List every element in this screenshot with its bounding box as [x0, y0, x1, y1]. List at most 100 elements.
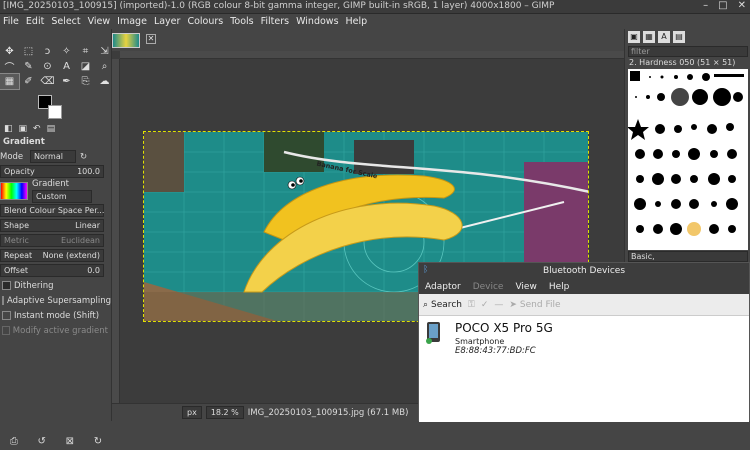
menu-image[interactable]: Image: [114, 16, 151, 27]
instant-label: Instant mode (Shift): [14, 310, 100, 321]
close-image-tab-icon[interactable]: ✕: [146, 34, 156, 44]
gradient-row: Gradient Custom: [0, 179, 112, 203]
send-icon: ➤: [509, 299, 517, 310]
opacity-slider[interactable]: Opacity 100.0: [0, 165, 104, 178]
menu-view[interactable]: View: [85, 16, 115, 27]
dithering-label: Dithering: [14, 280, 54, 291]
color-picker-tool-icon[interactable]: ⊙: [38, 59, 57, 74]
maximize-button[interactable]: □: [718, 0, 727, 11]
menu-layer[interactable]: Layer: [151, 16, 185, 27]
bluetooth-device-list: POCO X5 Pro 5G Smartphone E8:88:43:77:BD…: [419, 316, 749, 422]
menu-tools[interactable]: Tools: [227, 16, 257, 27]
crop-tool-icon[interactable]: ⌗: [76, 44, 95, 59]
mode-select[interactable]: Normal: [30, 150, 76, 163]
menu-colours[interactable]: Colours: [184, 16, 227, 27]
image-tab-thumbnail[interactable]: [112, 33, 140, 48]
modify-checkbox: [2, 326, 10, 335]
tool-options-title: Gradient: [3, 136, 45, 147]
remove-icon: —: [494, 299, 504, 310]
brush-grid[interactable]: [627, 69, 748, 250]
gradient-label: Gradient: [32, 179, 69, 189]
opacity-label: Opacity: [4, 167, 35, 176]
horizontal-ruler[interactable]: [120, 51, 624, 59]
gradient-name-field[interactable]: Custom: [32, 190, 92, 203]
window-title: [IMG_20250103_100915] (imported)-1.0 (RG…: [3, 1, 555, 11]
trust-check-icon: ✓: [480, 299, 489, 310]
unit-select[interactable]: px: [182, 406, 202, 419]
minimize-button[interactable]: –: [703, 0, 708, 11]
status-filename: IMG_20250103_100915.jpg (67.1 MB): [247, 407, 409, 418]
lasso-tool-icon[interactable]: ↄ: [38, 44, 57, 59]
bluetooth-titlebar: ᛒ Bluetooth Devices: [419, 263, 749, 279]
patterns-tab-icon[interactable]: ▦: [643, 31, 655, 43]
menu-file[interactable]: File: [0, 16, 23, 27]
tool-options-panel: Gradient Mode Normal ↻ Opacity 100.0 Gra…: [0, 134, 112, 338]
menu-select[interactable]: Select: [48, 16, 84, 27]
metric-row: Metric Euclidean: [0, 233, 112, 248]
color-swatches[interactable]: [38, 95, 68, 125]
toolbox-bottom-buttons: ⎙ ↺ ⊠ ↻: [0, 433, 112, 450]
bt-menu-help[interactable]: Help: [543, 282, 576, 292]
device-list-item[interactable]: POCO X5 Pro 5G Smartphone E8:88:43:77:BD…: [419, 316, 749, 358]
instant-row[interactable]: Instant mode (Shift): [0, 308, 112, 323]
instant-checkbox[interactable]: [2, 311, 11, 320]
menu-filters[interactable]: Filters: [258, 16, 293, 27]
bt-menu-view[interactable]: View: [509, 282, 542, 292]
opacity-row: Opacity 100.0: [0, 164, 112, 179]
fuzzy-select-tool-icon[interactable]: ✧: [57, 44, 76, 59]
clone-tool-icon[interactable]: ⎘: [76, 74, 95, 89]
blend-colour-space-select[interactable]: Blend Colour Space Per...: [0, 204, 104, 217]
bt-search-button[interactable]: ⌕ Search: [423, 300, 462, 310]
rect-select-tool-icon[interactable]: ⬚: [19, 44, 38, 59]
dithering-checkbox[interactable]: [2, 281, 11, 290]
save-options-icon[interactable]: ⎙: [10, 436, 18, 447]
brush-tag-input[interactable]: Basic,: [628, 251, 748, 262]
repeat-label: Repeat: [4, 251, 33, 260]
bt-send-file-label: Send File: [519, 299, 561, 310]
vertical-ruler[interactable]: [112, 59, 120, 403]
menu-windows[interactable]: Windows: [293, 16, 342, 27]
delete-options-icon[interactable]: ⊠: [66, 436, 74, 447]
text-tool-icon[interactable]: A: [57, 59, 76, 74]
bluetooth-window: ᛒ Bluetooth Devices Adaptor Device View …: [418, 262, 750, 422]
device-name: POCO X5 Pro 5G: [455, 321, 553, 335]
repeat-value: None (extend): [42, 251, 100, 260]
window-controls: – □ ✕: [703, 0, 746, 11]
offset-label: Offset: [4, 266, 29, 275]
fill-tool-icon[interactable]: ◪: [76, 59, 95, 74]
zoom-select[interactable]: 18.2 %: [205, 406, 244, 419]
bluetooth-toolbar: ⌕ Search ⚿ ✓ — ➤ Send File: [419, 294, 749, 316]
shape-select[interactable]: Shape Linear: [0, 219, 104, 232]
eraser-tool-icon[interactable]: ⌫: [38, 74, 57, 89]
offset-slider[interactable]: Offset 0.0: [0, 264, 104, 277]
metric-label: Metric: [4, 236, 29, 245]
adaptive-checkbox[interactable]: [2, 296, 4, 305]
airbrush-tool-icon[interactable]: ✒: [57, 74, 76, 89]
gradient-tool-icon[interactable]: ▦: [0, 73, 20, 90]
reset-mode-icon[interactable]: ↻: [80, 152, 87, 162]
bluetooth-menubar: Adaptor Device View Help: [419, 279, 749, 294]
close-button[interactable]: ✕: [738, 0, 746, 11]
bt-menu-adaptor[interactable]: Adaptor: [419, 282, 467, 292]
background-color[interactable]: [48, 105, 62, 119]
reset-options-icon[interactable]: ↻: [94, 436, 102, 447]
brushes-tab-icon[interactable]: ▣: [628, 31, 640, 43]
gradient-preview[interactable]: [0, 182, 28, 200]
adaptive-row[interactable]: Adaptive Supersampling: [0, 293, 112, 308]
warp-tool-icon[interactable]: ⌒: [0, 59, 19, 74]
documents-tab-icon[interactable]: ▤: [673, 31, 685, 43]
brush-filter-input[interactable]: filter: [628, 46, 748, 57]
dithering-row[interactable]: Dithering: [0, 278, 112, 293]
menu-edit[interactable]: Edit: [23, 16, 48, 27]
opacity-value: 100.0: [77, 167, 100, 176]
paths-tool-icon[interactable]: ✎: [19, 59, 38, 74]
restore-options-icon[interactable]: ↺: [38, 436, 46, 447]
shape-label: Shape: [4, 221, 30, 230]
image-tabs: ✕: [112, 29, 624, 51]
menu-help[interactable]: Help: [343, 16, 372, 27]
fonts-tab-icon[interactable]: A: [658, 31, 670, 43]
paintbrush-tool-icon[interactable]: ✐: [19, 74, 38, 89]
pair-key-icon: ⚿: [467, 299, 475, 310]
move-tool-icon[interactable]: ✥: [0, 44, 19, 59]
repeat-select[interactable]: Repeat None (extend): [0, 249, 104, 262]
